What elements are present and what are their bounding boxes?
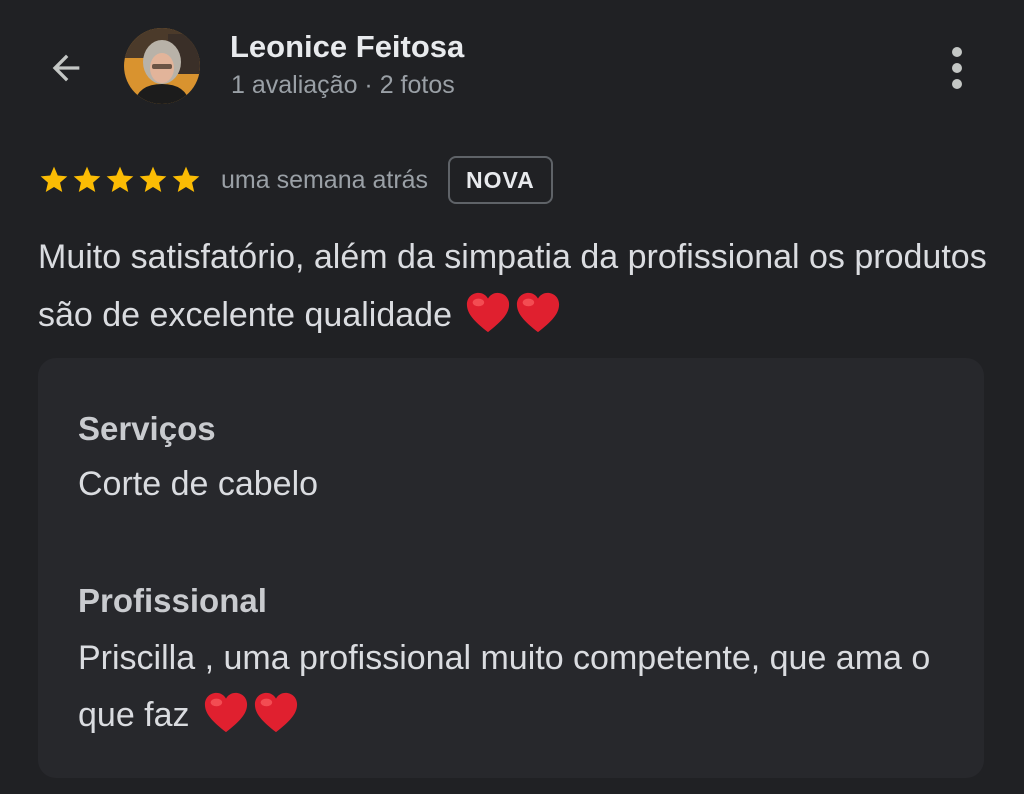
review-details-card: Serviços Corte de cabelo Profissional Pr… bbox=[38, 358, 984, 778]
star-icon bbox=[139, 166, 167, 192]
rating-row: uma semana atrás NOVA bbox=[38, 154, 553, 206]
reviewer-stats: 1 avaliação · 2 fotos bbox=[231, 71, 455, 99]
star-icon bbox=[73, 166, 101, 192]
star-icon bbox=[106, 166, 134, 192]
professional-title: Profissional bbox=[78, 582, 267, 619]
more-vertical-icon bbox=[952, 47, 962, 57]
new-badge: NOVA bbox=[448, 156, 553, 204]
star-icon bbox=[172, 166, 200, 192]
services-value: Corte de cabelo bbox=[78, 465, 319, 503]
heart-emoji-icon bbox=[465, 290, 561, 334]
more-options-button[interactable] bbox=[932, 40, 982, 96]
reviewer-name[interactable]: Leonice Feitosa bbox=[230, 29, 464, 65]
star-rating bbox=[38, 164, 202, 196]
arrow-left-icon bbox=[52, 54, 80, 82]
heart-emoji-icon bbox=[203, 690, 299, 734]
star-icon bbox=[40, 166, 68, 192]
back-button[interactable] bbox=[36, 38, 96, 98]
app-header: Leonice Feitosa 1 avaliação · 2 fotos bbox=[0, 0, 1024, 136]
review-text: Muito satisfatório, além da simpatia da … bbox=[38, 228, 998, 344]
review-time: uma semana atrás bbox=[221, 165, 429, 194]
services-title: Serviços bbox=[78, 410, 216, 447]
avatar[interactable] bbox=[124, 28, 200, 104]
professional-value: Priscilla , uma profissional muito compe… bbox=[78, 630, 958, 744]
